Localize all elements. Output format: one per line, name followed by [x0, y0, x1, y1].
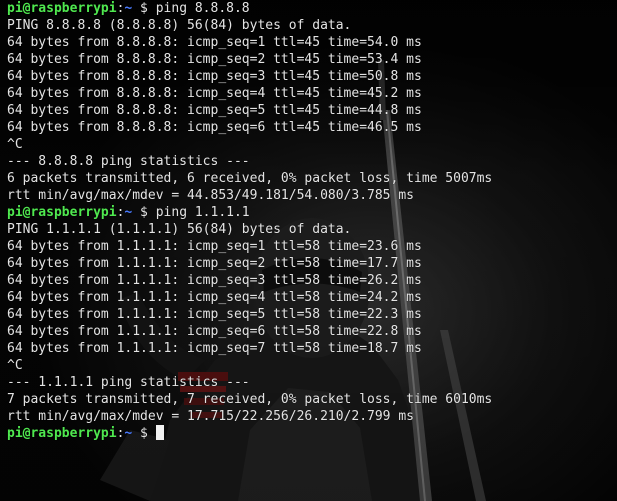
output-line: 64 bytes from 1.1.1.1: icmp_seq=6 ttl=58… [7, 324, 422, 339]
prompt-line: pi@raspberrypi:~ $ [7, 425, 613, 442]
output-line: ^C [7, 358, 23, 373]
output-line: rtt min/avg/max/mdev = 44.853/49.181/54.… [7, 188, 414, 203]
output-line: --- 1.1.1.1 ping statistics --- [7, 375, 250, 390]
prompt-line: pi@raspberrypi:~ $ ping 1.1.1.1 [7, 204, 613, 221]
prompt-user-host: pi@raspberrypi [7, 205, 117, 220]
command-text: ping 8.8.8.8 [155, 1, 250, 16]
output-line: 7 packets transmitted, 7 received, 0% pa… [7, 392, 493, 407]
output-line: 64 bytes from 8.8.8.8: icmp_seq=1 ttl=45… [7, 35, 422, 50]
output-line: 64 bytes from 1.1.1.1: icmp_seq=3 ttl=58… [7, 273, 422, 288]
output-line: --- 8.8.8.8 ping statistics --- [7, 154, 250, 169]
output-line: 64 bytes from 8.8.8.8: icmp_seq=5 ttl=45… [7, 103, 422, 118]
prompt-line: pi@raspberrypi:~ $ ping 8.8.8.8 [7, 0, 613, 17]
terminal-output[interactable]: pi@raspberrypi:~ $ ping 8.8.8.8 PING 8.8.… [7, 0, 613, 442]
prompt-symbol: $ [132, 205, 156, 220]
output-line: 64 bytes from 1.1.1.1: icmp_seq=7 ttl=58… [7, 341, 422, 356]
output-line: 64 bytes from 1.1.1.1: icmp_seq=1 ttl=58… [7, 239, 422, 254]
prompt-symbol: $ [132, 426, 156, 441]
command-text: ping 1.1.1.1 [155, 205, 250, 220]
output-line: 64 bytes from 8.8.8.8: icmp_seq=2 ttl=45… [7, 52, 422, 67]
output-line: 64 bytes from 1.1.1.1: icmp_seq=2 ttl=58… [7, 256, 422, 271]
output-line: 64 bytes from 1.1.1.1: icmp_seq=5 ttl=58… [7, 307, 422, 322]
output-line: ^C [7, 137, 23, 152]
output-line: 64 bytes from 8.8.8.8: icmp_seq=6 ttl=45… [7, 120, 422, 135]
output-line: 64 bytes from 1.1.1.1: icmp_seq=4 ttl=58… [7, 290, 422, 305]
text-cursor[interactable] [155, 425, 164, 440]
output-line: 64 bytes from 8.8.8.8: icmp_seq=3 ttl=45… [7, 69, 422, 84]
prompt-symbol: $ [132, 1, 156, 16]
output-line: rtt min/avg/max/mdev = 17.715/22.256/26.… [7, 409, 414, 424]
output-line: PING 1.1.1.1 (1.1.1.1) 56(84) bytes of d… [7, 222, 352, 237]
output-line: 6 packets transmitted, 6 received, 0% pa… [7, 171, 493, 186]
prompt-user-host: pi@raspberrypi [7, 426, 117, 441]
output-line: 64 bytes from 8.8.8.8: icmp_seq=4 ttl=45… [7, 86, 422, 101]
prompt-user-host: pi@raspberrypi [7, 1, 117, 16]
output-line: PING 8.8.8.8 (8.8.8.8) 56(84) bytes of d… [7, 18, 352, 33]
